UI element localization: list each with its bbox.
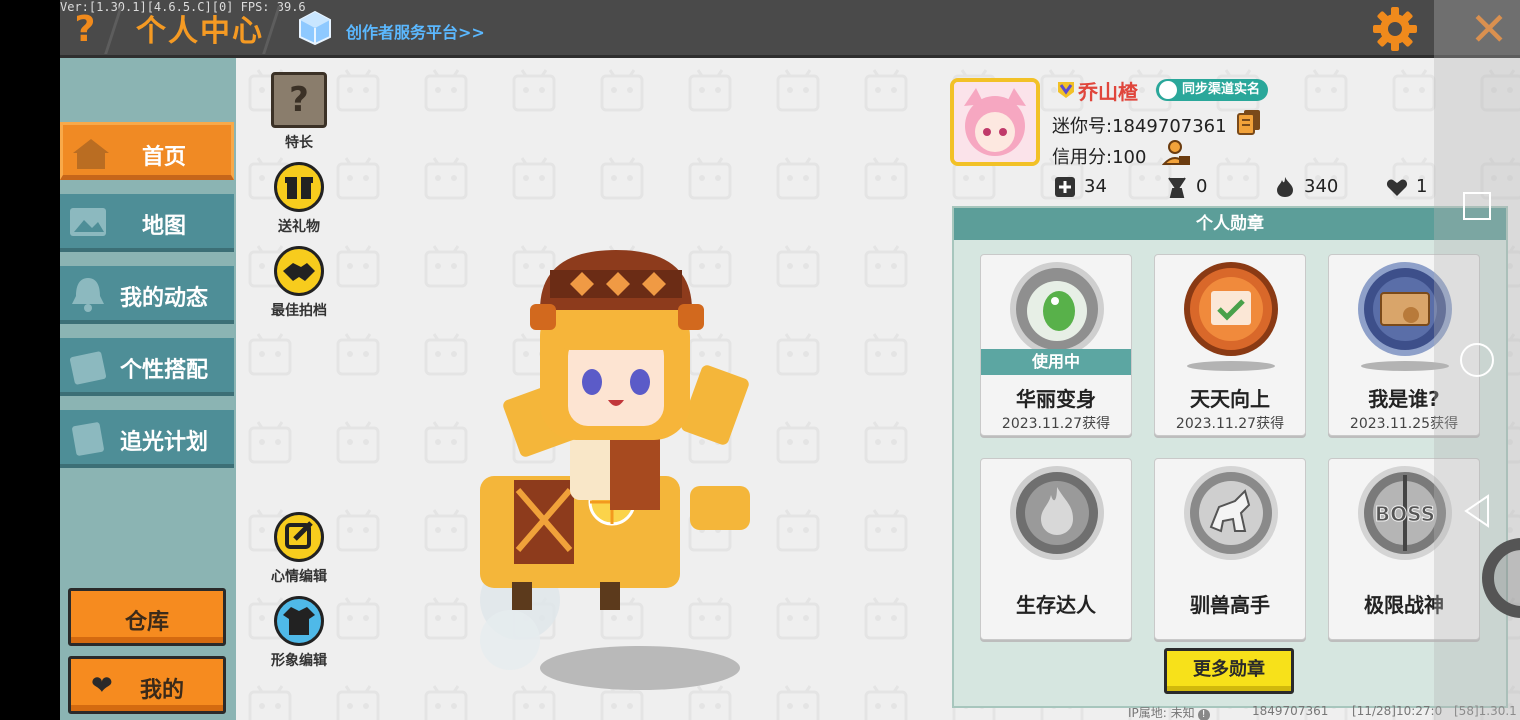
mood-edit-button[interactable]: 心情编辑: [264, 512, 334, 586]
sidebar-item-label: 首页: [141, 145, 186, 170]
medal-name: 驯兽高手: [1190, 593, 1270, 617]
horse-medal-icon: [1184, 466, 1278, 560]
hearts-icon: [1386, 179, 1408, 196]
stat-popularity-value: 340: [1304, 176, 1339, 197]
sidebar-item-outfit[interactable]: 个性搭配: [60, 338, 234, 396]
plus-square-icon: [1055, 177, 1075, 197]
calendar-medal-icon: [1184, 262, 1278, 356]
sidebar-item-label: 我的动态: [119, 286, 208, 311]
mini-id: 迷你号:1849707361: [1052, 116, 1227, 137]
stat-likes: 1: [1386, 174, 1427, 200]
more-medals-button[interactable]: 更多勋章: [1164, 648, 1294, 694]
warehouse-button[interactable]: 仓库: [68, 588, 226, 646]
medal-name: 华丽变身: [1016, 387, 1096, 411]
sidebar-item-home[interactable]: 首页: [60, 122, 234, 180]
page-title: 个人中心: [136, 14, 264, 49]
dinosaur-medal-icon: [1010, 262, 1104, 356]
specialty-label: 特长: [285, 135, 313, 151]
sidebar-item-map[interactable]: 地图: [60, 194, 234, 252]
ip-location: IP属地: 未知!: [1128, 704, 1210, 720]
creator-platform-link[interactable]: 创作者服务平台>>: [346, 19, 485, 43]
player-character-model[interactable]: [440, 240, 780, 700]
verify-badge-label: 同步渠道实名: [1182, 82, 1261, 97]
send-gift-label: 送礼物: [278, 219, 320, 235]
ip-location-text: IP属地: 未知: [1128, 706, 1195, 720]
gift-icon: [274, 162, 324, 212]
sidebar-item-label: 个性搭配: [119, 358, 208, 383]
warehouse-label: 仓库: [124, 610, 169, 635]
home-circle-icon[interactable]: [1460, 343, 1494, 377]
stat-fans: 0: [1166, 174, 1207, 200]
in-use-tag: 使用中: [981, 349, 1131, 375]
specialty-button[interactable]: ? 特长: [264, 72, 334, 152]
help-button[interactable]: ?: [68, 8, 102, 52]
medal-shadow: [1187, 361, 1275, 371]
avatar-edit-label: 形象编辑: [271, 653, 327, 669]
verify-badge: 同步渠道实名: [1156, 79, 1269, 101]
avatar[interactable]: [950, 78, 1040, 166]
best-partner-button[interactable]: 最佳拍档: [264, 246, 334, 320]
medal-name: 生存达人: [1016, 593, 1096, 617]
edit-icon: [274, 512, 324, 562]
stat-likes-value: 1: [1416, 176, 1428, 197]
sidebar-item-label: 追光计划: [119, 430, 208, 455]
svg-text:BOSS: BOSS: [1375, 502, 1435, 526]
medal-card[interactable]: 生存达人: [980, 458, 1132, 640]
copy-icon[interactable]: [1236, 108, 1262, 136]
stat-fans-value: 0: [1196, 176, 1208, 197]
username: 乔山楂: [1078, 80, 1138, 104]
sidebar-item-light-plan[interactable]: 追光计划: [60, 410, 234, 468]
stat-posts: 34: [1054, 174, 1107, 200]
gear-icon[interactable]: [1372, 6, 1418, 52]
medal-date: 2023.11.27获得: [1175, 416, 1285, 432]
medal-card[interactable]: 使用中 华丽变身 2023.11.27获得: [980, 254, 1132, 436]
clothes-icon: [274, 596, 324, 646]
stat-popularity: 340: [1274, 174, 1338, 200]
medal-card[interactable]: 天天向上 2023.11.27获得: [1154, 254, 1306, 436]
vip-shield-icon: [1058, 82, 1074, 98]
medal-name: 天天向上: [1190, 387, 1270, 411]
stat-posts-value: 34: [1084, 176, 1107, 197]
person-cheer-icon: [1168, 177, 1186, 198]
medal-panel: 个人勋章 使用中 华丽变身 2023.11.27获得 天天向上 2023.11.…: [952, 206, 1508, 708]
sidebar: 首页 地图 我的动态 个性搭配 追光计划 仓库 ❤ 我的: [60, 58, 236, 720]
send-gift-button[interactable]: 送礼物: [264, 162, 334, 236]
mine-label: 我的: [139, 678, 184, 703]
sidebar-item-label: 地图: [141, 214, 186, 239]
credit-person-icon[interactable]: [1162, 138, 1192, 168]
back-triangle-icon[interactable]: [1462, 494, 1492, 528]
recent-apps-icon[interactable]: [1463, 192, 1491, 220]
person-verify-icon: [1159, 81, 1177, 99]
medal-card[interactable]: 驯兽高手: [1154, 458, 1306, 640]
avatar-edit-button[interactable]: 形象编辑: [264, 596, 334, 670]
medal-panel-title: 个人勋章: [954, 208, 1506, 240]
best-partner-label: 最佳拍档: [271, 303, 327, 319]
credit-score: 信用分:100: [1052, 147, 1147, 168]
info-icon[interactable]: !: [1197, 709, 1210, 720]
mood-edit-label: 心情编辑: [271, 569, 327, 585]
footer-time: [11/28]10:27:0: [1352, 704, 1443, 718]
footer-uid: 1849707361: [1252, 704, 1329, 718]
cube-icon[interactable]: [298, 10, 332, 46]
medal-date: 2023.11.27获得: [1001, 416, 1111, 432]
flame-medal-icon: [1010, 466, 1104, 560]
sidebar-item-my-feed[interactable]: 我的动态: [60, 266, 234, 324]
handshake-icon: [274, 246, 324, 296]
question-box-icon: ?: [271, 72, 327, 128]
flame-icon: [1277, 177, 1293, 197]
mine-button[interactable]: ❤ 我的: [68, 656, 226, 714]
